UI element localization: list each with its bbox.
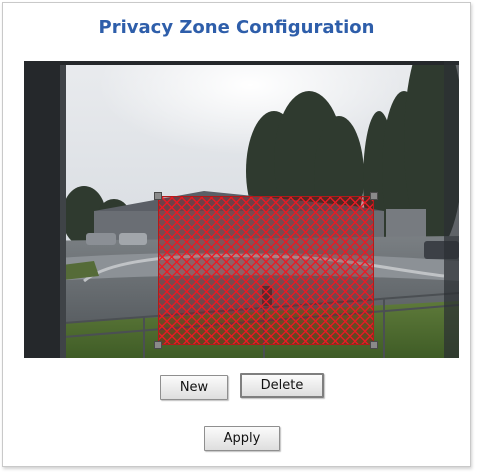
apply-button[interactable]: Apply — [204, 426, 280, 451]
resize-handle-bottom-left[interactable] — [154, 341, 162, 349]
camera-view[interactable] — [24, 61, 459, 358]
resize-handle-bottom-right[interactable] — [370, 341, 378, 349]
delete-button[interactable]: Delete — [240, 373, 324, 398]
resize-handle-top-right[interactable] — [370, 192, 378, 200]
resize-handle-top-left[interactable] — [154, 192, 162, 200]
new-button[interactable]: New — [160, 375, 228, 400]
page-title: Privacy Zone Configuration — [98, 17, 375, 38]
privacy-zone[interactable] — [154, 192, 378, 349]
